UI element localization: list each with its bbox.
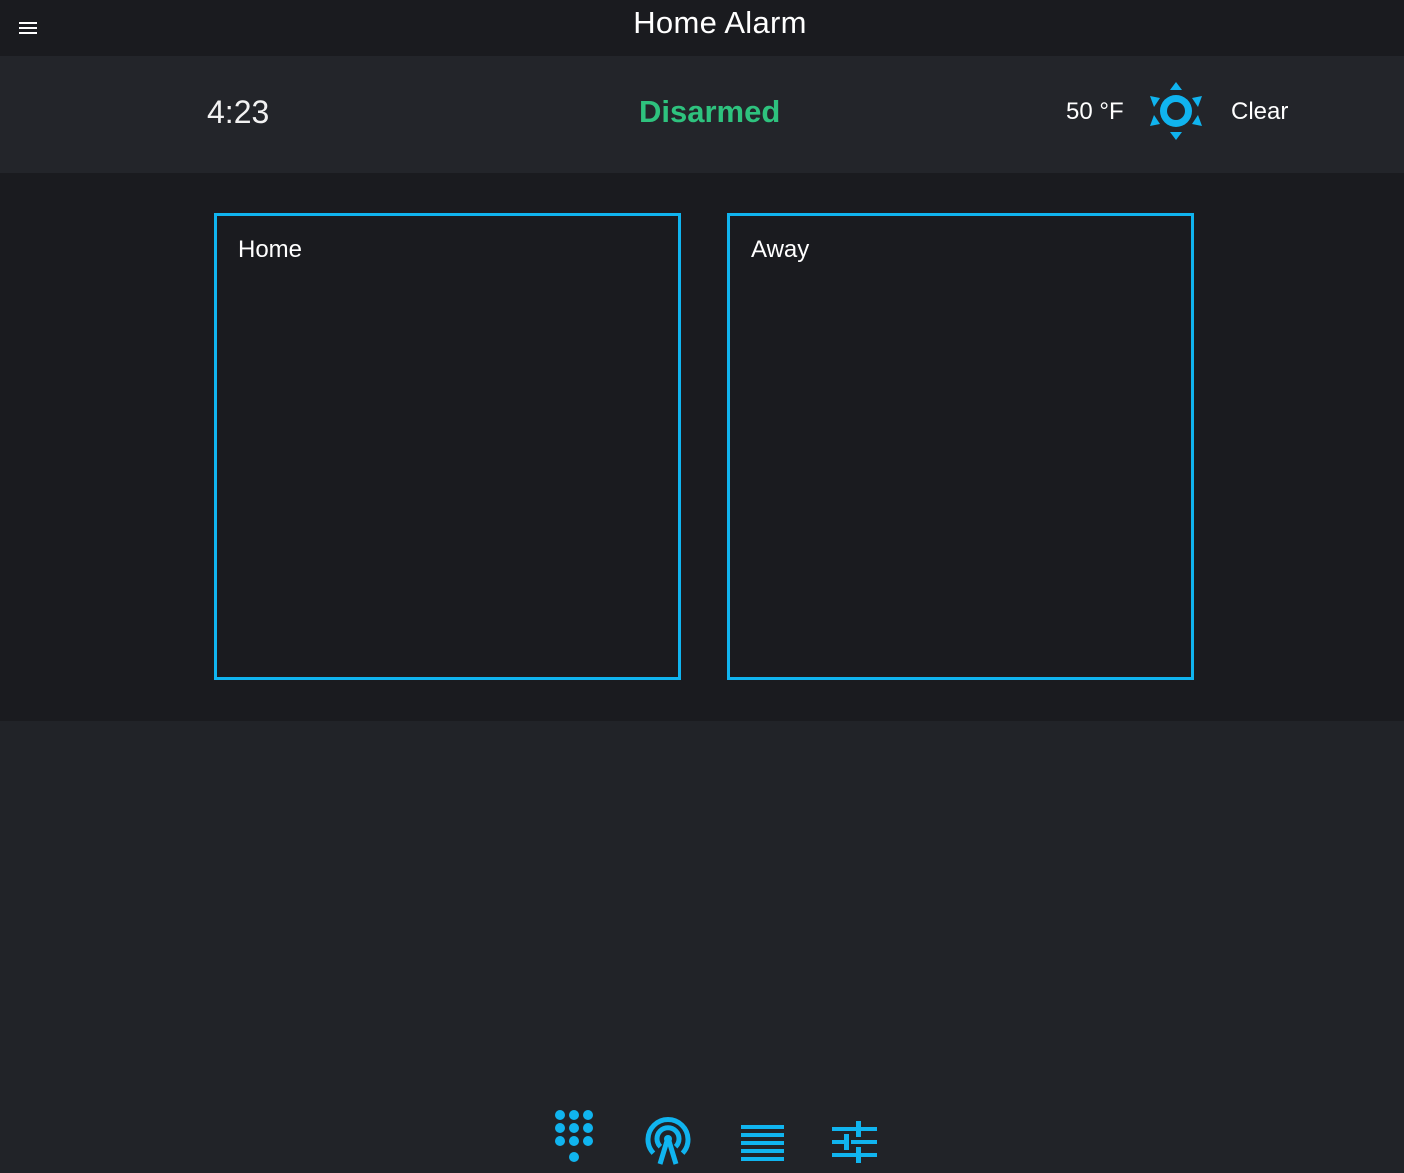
keypad-icon	[555, 1110, 593, 1162]
arm-away-button[interactable]: Away	[727, 213, 1194, 680]
sun-icon	[1150, 82, 1202, 140]
arm-state-label: Disarmed	[639, 94, 781, 129]
arm-home-label: Home	[238, 236, 303, 263]
app-bar: Home Alarm	[0, 0, 1404, 56]
temperature: 50 °F	[1066, 98, 1124, 125]
weather-condition: Clear	[1231, 98, 1289, 125]
event-log-icon	[741, 1125, 784, 1161]
bottom-navigation	[0, 1100, 1404, 1173]
nav-sensors-button[interactable]	[640, 1106, 696, 1166]
settings-sliders-icon	[832, 1121, 877, 1163]
arm-mode-panel: Home Away	[0, 173, 1404, 721]
nav-event-log-button[interactable]	[734, 1106, 790, 1166]
nav-keypad-button[interactable]	[547, 1106, 603, 1166]
nav-settings-button[interactable]	[826, 1106, 882, 1166]
arm-home-button[interactable]: Home	[214, 213, 681, 680]
clock: 4:23	[207, 94, 270, 130]
app-title: Home Alarm	[633, 5, 807, 40]
status-bar: 4:23 Disarmed 50 °F Clear	[0, 56, 1404, 173]
arm-away-label: Away	[751, 236, 810, 263]
sensors-icon	[645, 1117, 691, 1165]
